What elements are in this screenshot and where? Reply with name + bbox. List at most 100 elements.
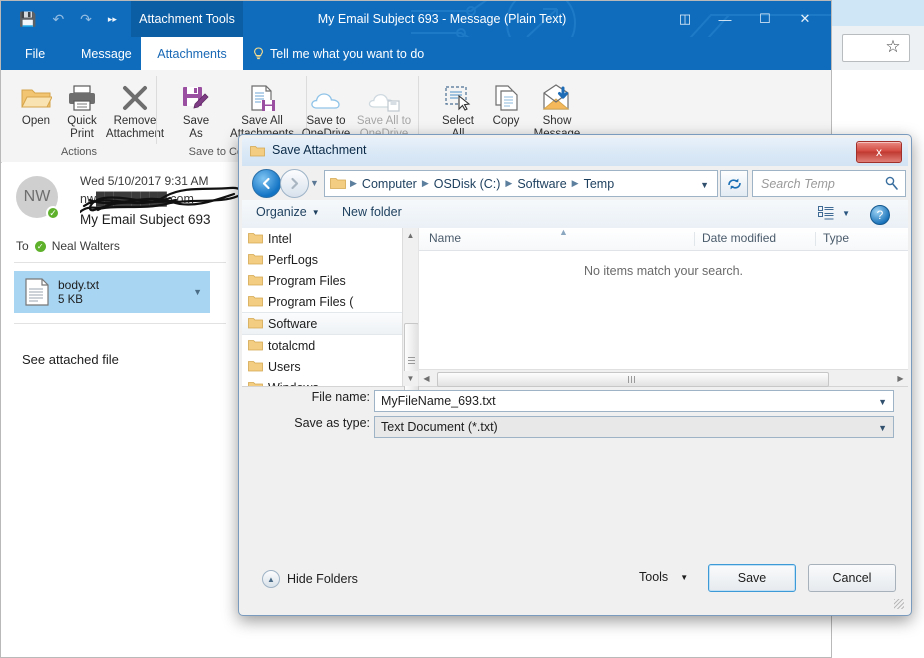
refresh-button[interactable] — [720, 170, 748, 197]
close-button[interactable]: ✕ — [785, 1, 825, 37]
tree-item-label: totalcmd — [268, 338, 316, 353]
back-button[interactable] — [252, 169, 281, 198]
tree-item-intel[interactable]: Intel — [242, 228, 402, 249]
file-list-horizontal-scrollbar[interactable]: ◀ ▶ — [419, 369, 908, 387]
sort-ascending-icon: ▲ — [559, 227, 568, 237]
ribbon-button-save-all-to-onedrive: Save All to OneDrive — [351, 76, 417, 141]
tell-me-search[interactable]: Tell me what you want to do — [253, 37, 424, 70]
scroll-up-arrow[interactable]: ▲ — [403, 228, 418, 243]
navigation-tree[interactable]: Intel PerfLogs Program Files Program Fil… — [242, 228, 402, 386]
file-list-pane[interactable]: Name ▲ Date modified Type No items match… — [418, 227, 908, 387]
save-attachment-dialog: Save Attachment x ▼ ▶ Computer ▶ OSDisk … — [238, 134, 912, 616]
column-divider[interactable] — [694, 232, 695, 246]
chevron-down-icon[interactable]: ▼ — [878, 397, 887, 407]
scroll-down-arrow[interactable]: ▼ — [403, 371, 418, 386]
ribbon-button-save-to-onedrive[interactable]: Save to OneDrive — [293, 76, 359, 141]
tree-item-totalcmd[interactable]: totalcmd — [242, 335, 402, 356]
minimize-button[interactable]: — — [705, 1, 745, 37]
dialog-fields: File name: MyFileName_693.txt ▼ Save as … — [242, 386, 908, 456]
hide-folders-button[interactable]: ▲ Hide Folders — [262, 570, 358, 588]
view-mode-control[interactable]: ▼ — [818, 206, 850, 221]
breadcrumb-item-osdisk[interactable]: OSDisk (C:) — [429, 177, 506, 191]
chevron-down-icon[interactable]: ▼ — [878, 423, 887, 433]
touch-mode-button[interactable]: ◫ — [665, 1, 705, 37]
ribbon-label: Open — [21, 115, 51, 127]
scrollbar-grip — [408, 357, 415, 364]
forward-button[interactable] — [280, 169, 309, 198]
dialog-close-button[interactable]: x — [856, 141, 902, 163]
tree-item-windows[interactable]: Windows — [242, 377, 402, 386]
breadcrumb-item-temp[interactable]: Temp — [579, 177, 620, 191]
ribbon-label: Save All — [241, 115, 283, 127]
group-divider — [156, 76, 157, 144]
search-input[interactable]: Search Temp — [752, 170, 906, 197]
save-icon[interactable]: 💾 — [19, 12, 36, 26]
tab-message[interactable]: Message — [67, 37, 146, 70]
chevron-down-icon[interactable]: ▼ — [842, 209, 850, 218]
breadcrumb[interactable]: ▶ Computer ▶ OSDisk (C:) ▶ Software ▶ Te… — [350, 177, 619, 191]
folder-icon — [248, 233, 263, 244]
maximize-button[interactable]: ☐ — [745, 1, 785, 37]
browser-tab-strip — [828, 0, 924, 26]
save-as-type-value: Text Document (*.txt) — [381, 420, 498, 434]
file-name-input[interactable]: MyFileName_693.txt ▼ — [374, 390, 894, 412]
quick-access-toolbar[interactable]: 💾 ↶ ↷ ▸▸ — [19, 8, 117, 30]
scrollbar-track[interactable] — [434, 371, 893, 387]
message-to-row: To ✓ Neal Walters — [16, 239, 120, 253]
cancel-button[interactable]: Cancel — [808, 564, 896, 592]
organize-menu-button[interactable]: Organize ▼ — [256, 205, 320, 219]
column-header-name[interactable]: Name — [429, 231, 461, 245]
address-bar[interactable]: ▶ Computer ▶ OSDisk (C:) ▶ Software ▶ Te… — [324, 170, 718, 197]
ribbon-group-actions: Open Quick Print Remove Attachment Actio… — [1, 70, 164, 162]
view-list-icon — [818, 206, 834, 220]
bookmark-star-icon[interactable]: ☆ — [884, 38, 902, 56]
ribbon-label: Remove — [113, 115, 157, 127]
breadcrumb-separator-icon: ▶ — [421, 178, 429, 188]
column-header-date-modified[interactable]: Date modified — [702, 231, 776, 245]
tree-item-users[interactable]: Users — [242, 356, 402, 377]
ribbon-label-2: As — [189, 128, 203, 140]
scroll-right-arrow[interactable]: ▶ — [893, 371, 908, 386]
tools-menu-button[interactable]: Tools ▼ — [639, 570, 688, 584]
chevron-down-icon[interactable]: ▼ — [193, 287, 202, 297]
scroll-left-arrow[interactable]: ◀ — [419, 371, 434, 386]
tree-item-perflogs[interactable]: PerfLogs — [242, 249, 402, 270]
chevron-up-icon: ▲ — [262, 570, 280, 588]
ribbon-label: Save to — [306, 115, 346, 127]
organize-label: Organize — [256, 205, 307, 219]
undo-icon[interactable]: ↶ — [52, 12, 64, 26]
save-button[interactable]: Save — [708, 564, 796, 592]
tree-item-program-files-x86[interactable]: Program Files ( — [242, 291, 402, 312]
column-divider[interactable] — [815, 232, 816, 246]
tab-attachments[interactable]: Attachments — [141, 37, 243, 70]
breadcrumb-item-software[interactable]: Software — [512, 177, 571, 191]
tree-item-software[interactable]: Software — [242, 312, 402, 335]
redo-icon[interactable]: ↷ — [80, 12, 92, 26]
file-list-column-headers: Name ▲ Date modified Type — [419, 227, 908, 251]
tab-file[interactable]: File — [11, 37, 59, 70]
more-commands-icon[interactable]: ▸▸ — [108, 12, 117, 26]
save-as-type-select[interactable]: Text Document (*.txt) ▼ — [374, 416, 894, 438]
scrollbar-thumb[interactable] — [437, 371, 829, 387]
breadcrumb-item-computer[interactable]: Computer — [357, 177, 422, 191]
chevron-down-icon[interactable]: ▼ — [700, 180, 709, 190]
new-folder-button[interactable]: New folder — [342, 205, 402, 219]
tree-item-program-files[interactable]: Program Files — [242, 270, 402, 291]
attachment-size: 5 KB — [58, 294, 83, 306]
breadcrumb-separator-icon: ▶ — [571, 178, 579, 188]
ribbon-label: Copy — [492, 115, 520, 127]
recent-locations-icon[interactable]: ▼ — [310, 178, 319, 188]
presence-available-icon: ✓ — [34, 240, 46, 252]
chevron-down-icon: ▼ — [680, 572, 689, 582]
ribbon-button-save-as[interactable]: Save As — [165, 76, 227, 141]
attachment-item[interactable]: body.txt 5 KB ▼ — [14, 271, 210, 313]
ribbon-button-show-message[interactable]: Show Message — [521, 76, 593, 141]
message-subject: My Email Subject 693 — [80, 212, 211, 227]
avatar-initials: NW — [23, 188, 51, 205]
column-header-type[interactable]: Type — [823, 231, 849, 245]
tree-vertical-scrollbar[interactable]: ▲ ▼ — [402, 228, 419, 400]
to-recipient[interactable]: Neal Walters — [52, 239, 120, 253]
help-button[interactable]: ? — [870, 205, 890, 225]
resize-grip[interactable] — [894, 599, 904, 609]
divider — [14, 323, 226, 324]
